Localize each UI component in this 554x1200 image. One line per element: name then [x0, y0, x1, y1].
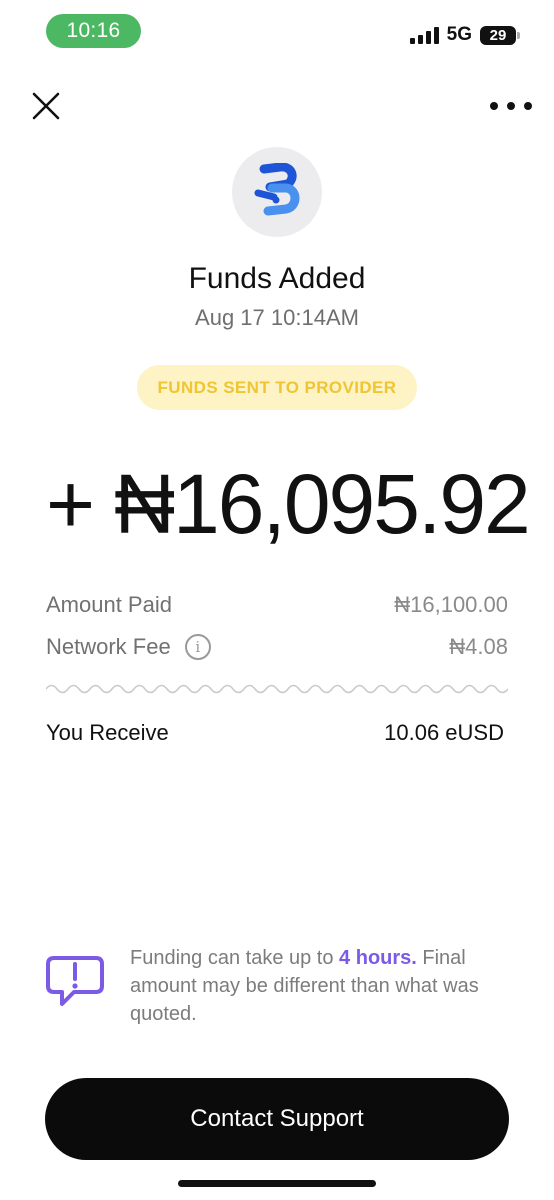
- provider-logo: [232, 147, 322, 237]
- home-indicator[interactable]: [178, 1180, 376, 1187]
- battery-level: 29: [489, 26, 507, 44]
- contact-support-button[interactable]: Contact Support: [45, 1078, 509, 1160]
- page-title: Funds Added: [188, 262, 366, 295]
- status-indicators: 5G 29: [409, 24, 520, 46]
- receive-value: 10.06 eUSD: [384, 720, 504, 745]
- network-type: 5G: [446, 24, 472, 45]
- receive-row: You Receive 10.06 eUSD: [46, 720, 504, 746]
- status-badge: FUNDS SENT TO PROVIDER: [137, 365, 417, 410]
- amount-paid-row: Amount Paid ₦16,100.00: [46, 592, 508, 618]
- status-time: 10:16: [46, 14, 141, 48]
- cellular-signal-icon: [409, 26, 439, 44]
- info-icon[interactable]: i: [184, 634, 211, 660]
- notice-highlight: 4 hours.: [339, 947, 417, 969]
- divider: [46, 684, 508, 694]
- amount-paid-value: ₦16,100.00: [394, 592, 508, 617]
- transaction-amount: + ₦16,095.92: [46, 457, 531, 551]
- receive-label: You Receive: [46, 720, 169, 745]
- close-icon: [32, 92, 60, 120]
- amount-paid-label: Amount Paid: [46, 592, 172, 617]
- transaction-date: Aug 17 10:14AM: [195, 305, 359, 330]
- close-button[interactable]: [28, 88, 64, 124]
- network-fee-label: Network Fee: [46, 634, 171, 659]
- network-fee-value: ₦4.08: [449, 634, 508, 659]
- alert-chat-icon: [46, 956, 104, 1006]
- provider-logo-icon: [254, 163, 300, 216]
- battery-icon: 29: [480, 25, 520, 45]
- network-fee-row: Network Fee i ₦4.08: [46, 634, 508, 660]
- more-options-button[interactable]: [490, 98, 532, 114]
- notice-text: Funding can take up to 4 hours. Final am…: [130, 947, 479, 1025]
- funding-notice: Funding can take up to 4 hours. Final am…: [44, 942, 514, 1028]
- more-horizontal-icon: [490, 102, 498, 110]
